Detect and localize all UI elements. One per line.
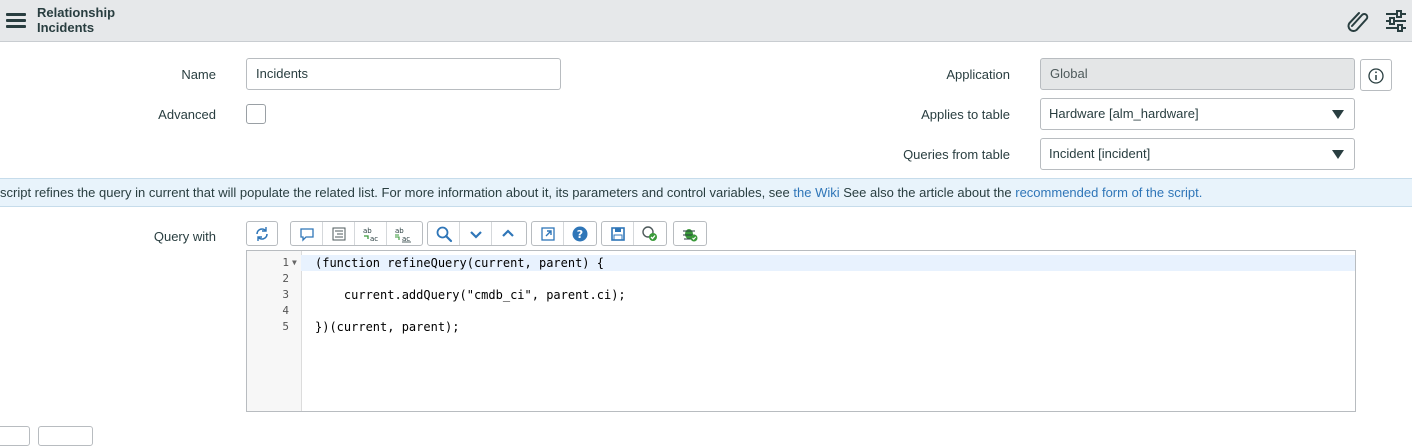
code-text: (function refineQuery(current, parent) {	[315, 256, 604, 270]
line-number: 1	[282, 256, 289, 269]
header-title-record: Incidents	[37, 20, 95, 35]
line-number: 2	[282, 272, 289, 285]
line-number: 4	[282, 304, 289, 317]
replace-all-icon[interactable]: ab ac	[387, 222, 419, 245]
settings-sliders-icon[interactable]	[1385, 10, 1407, 37]
applies-to-table-label: Applies to table	[921, 107, 1010, 122]
fullscreen-icon[interactable]	[532, 222, 564, 245]
application-field: Global	[1040, 58, 1355, 90]
toolbar-group-debug	[673, 221, 707, 246]
toolbar-group-view: ?	[531, 221, 597, 246]
application-label: Application	[946, 67, 1010, 82]
svg-text:ab: ab	[363, 227, 372, 235]
toggle-syntax-icon[interactable]	[247, 222, 277, 245]
line-number: 3	[282, 288, 289, 301]
menu-icon[interactable]	[6, 13, 26, 29]
next-icon[interactable]	[460, 222, 492, 245]
applies-to-table-value: Hardware [alm_hardware]	[1049, 106, 1199, 121]
banner-text-2: See also the article about the	[839, 185, 1016, 200]
dropdown-arrow-icon	[1332, 150, 1344, 159]
toolbar-group-edit: ab ac ab ac	[290, 221, 423, 246]
script-editor[interactable]: 1 ▼ (function refineQuery(current, paren…	[246, 250, 1356, 412]
toolbar-group-search	[427, 221, 527, 246]
previous-icon[interactable]	[492, 222, 524, 245]
advanced-label: Advanced	[158, 107, 216, 122]
queries-from-table-label: Queries from table	[903, 147, 1010, 162]
code-line: 2	[247, 271, 1347, 287]
code-line: 3 current.addQuery("cmdb_ci", parent.ci)…	[247, 287, 1347, 303]
svg-text:?: ?	[577, 228, 583, 241]
code-line: 5 })(current, parent);	[247, 319, 1347, 335]
code-line: 4	[247, 303, 1347, 319]
svg-text:ac: ac	[370, 235, 378, 243]
script-check-icon[interactable]	[634, 222, 666, 245]
code-text: current.addQuery("cmdb_ci", parent.ci);	[315, 288, 626, 302]
queries-from-table-select[interactable]: Incident [incident]	[1040, 138, 1355, 170]
info-icon	[1368, 68, 1384, 84]
dropdown-arrow-icon	[1332, 110, 1344, 119]
wiki-link[interactable]: the Wiki	[793, 185, 839, 200]
debug-icon[interactable]	[674, 222, 706, 245]
application-info-button[interactable]	[1360, 59, 1392, 91]
attachment-icon[interactable]	[1347, 10, 1371, 37]
applies-to-table-select[interactable]: Hardware [alm_hardware]	[1040, 98, 1355, 130]
toolbar-group-syntax	[246, 221, 278, 246]
name-field[interactable]: Incidents	[246, 58, 561, 90]
comment-icon[interactable]	[291, 222, 323, 245]
header-title-type: Relationship	[37, 5, 116, 20]
help-icon[interactable]: ?	[564, 222, 596, 245]
script-info-banner: script refines the query in current that…	[0, 178, 1412, 207]
advanced-checkbox[interactable]	[246, 104, 266, 124]
code-text: })(current, parent);	[315, 320, 460, 334]
svg-text:ab: ab	[395, 227, 404, 235]
fold-arrow-icon[interactable]: ▼	[292, 255, 297, 271]
replace-icon[interactable]: ab ac	[355, 222, 387, 245]
save-icon[interactable]	[602, 222, 634, 245]
queries-from-table-value: Incident [incident]	[1049, 146, 1151, 161]
name-label: Name	[181, 67, 216, 82]
banner-text: script refines the query in current that…	[0, 185, 794, 200]
header-title: Relationship Incidents	[37, 5, 115, 35]
code-line: 1 ▼ (function refineQuery(current, paren…	[247, 255, 1347, 271]
form-header: Relationship Incidents	[0, 0, 1412, 42]
search-icon[interactable]	[428, 222, 460, 245]
line-number: 5	[282, 320, 289, 333]
query-with-label: Query with	[153, 229, 216, 244]
form-button[interactable]	[38, 426, 93, 446]
toolbar-group-save	[601, 221, 667, 246]
form-button[interactable]	[0, 426, 30, 446]
format-icon[interactable]	[323, 222, 355, 245]
recommended-form-link[interactable]: recommended form of the script.	[1015, 185, 1202, 200]
